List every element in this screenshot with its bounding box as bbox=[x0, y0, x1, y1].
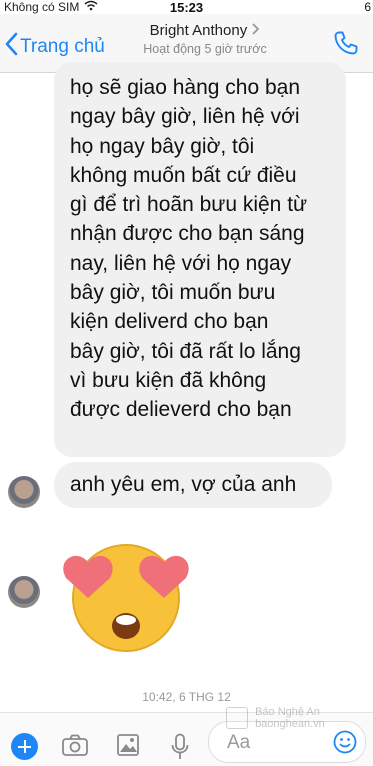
phone-icon[interactable] bbox=[333, 30, 359, 61]
message-bubble[interactable]: anh yêu em, vợ của anh bbox=[54, 462, 332, 508]
smiley-icon[interactable] bbox=[333, 730, 357, 759]
watermark-line1: Báo Nghệ An bbox=[255, 706, 320, 718]
message-line: kiện deliverd cho bạn bbox=[70, 310, 269, 334]
watermark: Báo Nghệ An baonghean.vn bbox=[226, 706, 325, 730]
battery-indicator: 6 bbox=[364, 0, 371, 14]
message-line: vì bưu kiện đã không bbox=[70, 368, 267, 392]
message-line: họ sẽ giao hàng cho bạn bbox=[70, 76, 301, 99]
message-timestamp: 10:42, 6 THG 12 bbox=[142, 690, 231, 704]
message-input-placeholder: Aa bbox=[227, 732, 251, 753]
heart-eyes-emoji[interactable] bbox=[56, 540, 196, 657]
microphone-icon[interactable] bbox=[170, 733, 190, 766]
chevron-left-icon bbox=[4, 32, 18, 61]
message-line: họ ngay bây giờ, tôi bbox=[70, 134, 255, 158]
message-bubble[interactable]: họ sẽ giao hàng cho bạn ngay bây giờ, li… bbox=[54, 62, 346, 457]
back-label: Trang chủ bbox=[20, 35, 105, 57]
contact-status: Hoạt động 5 giờ trước bbox=[143, 42, 267, 56]
status-bar: Không có SIM 15:23 6 bbox=[0, 0, 373, 15]
image-icon[interactable] bbox=[116, 733, 140, 762]
chevron-right-icon bbox=[251, 22, 260, 39]
clock: 15:23 bbox=[169, 0, 204, 15]
message-line: gì để trì hoãn bưu kiện từ bbox=[70, 193, 308, 217]
message-line: bây giờ, tôi muốn bưu bbox=[70, 281, 276, 305]
plus-icon[interactable] bbox=[11, 733, 38, 760]
contact-name: Bright Anthony bbox=[149, 22, 248, 39]
message-line: được delieverd cho bạn bbox=[70, 398, 292, 422]
back-button[interactable]: Trang chủ bbox=[4, 32, 105, 61]
message-line: nay, liên hệ với họ ngay bbox=[70, 251, 292, 275]
message-text: anh yêu em, vợ của anh bbox=[70, 473, 297, 496]
contact-info[interactable]: Bright Anthony Hoạt động 5 giờ trước bbox=[120, 22, 290, 56]
watermark-logo-icon bbox=[226, 707, 248, 729]
message-line: không muốn bất cứ điều bbox=[70, 163, 297, 187]
message-line: ngay bây giờ, liên hệ với bbox=[70, 105, 300, 129]
avatar[interactable] bbox=[8, 476, 40, 508]
watermark-line2: baonghean.vn bbox=[255, 718, 325, 730]
message-line: nhận được cho bạn sáng bbox=[70, 222, 305, 246]
avatar[interactable] bbox=[8, 576, 40, 608]
message-line: bây giờ, tôi đã rất lo lắng bbox=[70, 339, 301, 363]
camera-icon[interactable] bbox=[61, 733, 89, 762]
